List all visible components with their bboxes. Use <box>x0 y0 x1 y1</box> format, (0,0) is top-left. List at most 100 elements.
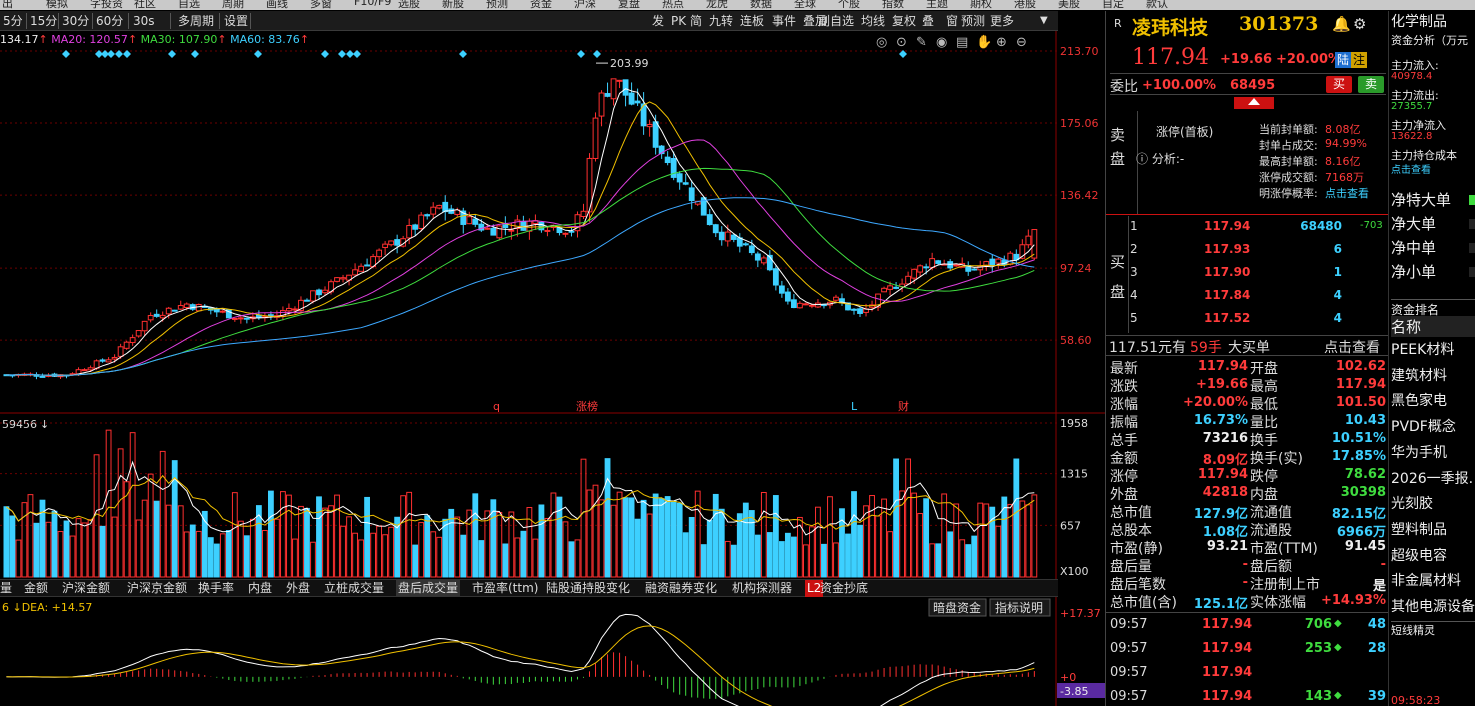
chart-tool-icon[interactable]: ◎ <box>876 35 887 50</box>
chart-tool-icon[interactable]: ▤ <box>956 35 968 50</box>
rank-item[interactable]: 超级电容 <box>1391 545 1447 565</box>
top-menu-item[interactable]: 数据 <box>750 0 772 10</box>
top-menu-item[interactable]: 港股 <box>1014 0 1036 10</box>
chart-tool-icon[interactable]: ⊕ <box>996 35 1007 50</box>
toolbar-right2-1[interactable]: 均线 <box>861 13 885 29</box>
chart-tool-icon[interactable]: ◉ <box>936 35 947 50</box>
top-menu-item[interactable]: 沪深 <box>574 0 596 10</box>
indicator-tab-3[interactable]: 沪深京金额 <box>127 580 187 597</box>
toolbar-right-5[interactable]: 事件 <box>772 13 796 29</box>
big-order-row[interactable]: 117.51元有 59手 大买单 点击查看 <box>1106 335 1390 357</box>
net-item[interactable]: 净小单 <box>1391 261 1436 282</box>
rank-item[interactable]: 光刻胶 <box>1391 493 1433 513</box>
top-menu-item[interactable]: 主题 <box>926 0 948 10</box>
kline-chart[interactable]: 213.70 175.06 136.42 97.24 58.60 203.99 q 涨榜 L 财 ◎… <box>0 31 1105 706</box>
view-link[interactable]: 点击查看 <box>1324 337 1380 357</box>
net-item[interactable]: 净大单 <box>1391 213 1436 234</box>
indicator-tab-10[interactable]: 陆股通持股变化 <box>546 580 630 597</box>
period-tab-1[interactable]: 15分 <box>30 13 57 29</box>
top-menu-item[interactable]: 款认 <box>1146 0 1168 10</box>
top-menu-item[interactable]: 社区 <box>134 0 156 10</box>
toolbar-right-0[interactable]: 发 <box>652 13 664 29</box>
rank-item[interactable]: 建筑材料 <box>1391 365 1447 385</box>
top-menu-item[interactable]: 新股 <box>442 0 464 10</box>
chart-tool-icon[interactable]: ✋ <box>976 34 992 50</box>
top-menu-item[interactable]: 周期 <box>222 0 244 10</box>
top-menu-item[interactable]: 选股 <box>398 0 420 10</box>
bell-icon[interactable]: 🔔 <box>1332 15 1351 33</box>
rank-item[interactable]: 其他电源设备 <box>1391 596 1475 616</box>
top-menu-item[interactable]: F10/F9 <box>354 0 391 8</box>
sell-button[interactable]: 卖 <box>1358 76 1384 93</box>
event-marker[interactable]: L <box>851 400 858 413</box>
indicator-tab-4[interactable]: 换手率 <box>198 580 234 597</box>
rank-item[interactable]: 非金属材料 <box>1391 570 1461 590</box>
indicator-tab-9[interactable]: 市盈率(ttm) <box>472 580 538 597</box>
rank-item[interactable]: PVDF概念 <box>1391 416 1456 436</box>
indicator-tab-8[interactable]: 盘后成交量 <box>396 580 461 597</box>
collapse-arrow-icon[interactable] <box>1234 97 1274 109</box>
period-tab-2[interactable]: 30分 <box>62 13 89 29</box>
top-menu-item[interactable]: 资金 <box>530 0 552 10</box>
top-menu-item[interactable]: 全球 <box>794 0 816 10</box>
toolbar-right2-5[interactable]: 预测 <box>961 13 985 29</box>
toolbar-right2-6[interactable]: 更多 <box>990 13 1014 29</box>
net-item[interactable]: 净特大单 <box>1391 189 1451 210</box>
indicator-tab-6[interactable]: 外盘 <box>286 580 310 597</box>
rank-item[interactable]: 塑料制品 <box>1391 519 1447 539</box>
indicator-tab-0[interactable]: 量 <box>0 580 12 597</box>
period-tab-5[interactable]: 多周期 <box>178 13 214 29</box>
top-menu-item[interactable]: 模拟 <box>46 0 68 10</box>
top-menu-item[interactable]: 自定 <box>1102 0 1124 10</box>
indicator-tab-11[interactable]: 融资融券变化 <box>645 580 717 597</box>
toolbar-right-1[interactable]: PK <box>671 13 686 29</box>
top-menu-item[interactable]: 美股 <box>1058 0 1080 10</box>
top-menu-item[interactable]: 出 <box>2 0 13 10</box>
period-tab-3[interactable]: 60分 <box>96 13 123 29</box>
top-menu-item[interactable]: 指数 <box>882 0 904 10</box>
dark-pool-label[interactable]: 暗盘资金 <box>933 600 981 615</box>
top-menu-item[interactable]: 多窗 <box>310 0 332 10</box>
event-marker[interactable]: 财 <box>898 399 909 413</box>
limit-info-value[interactable]: 点击查看 <box>1325 185 1369 201</box>
settings-icon[interactable]: ⚙ <box>1353 15 1366 33</box>
top-menu-item[interactable]: 热点 <box>662 0 684 10</box>
toolbar-right-3[interactable]: 九转 <box>709 13 733 29</box>
chart-tool-icon[interactable]: ✎ <box>916 35 927 50</box>
top-menu-item[interactable]: 龙虎 <box>706 0 728 10</box>
top-menu-item[interactable]: 个股 <box>838 0 860 10</box>
toolbar-right2-3[interactable]: 叠 <box>922 13 934 29</box>
top-menu-item[interactable]: 复盘 <box>618 0 640 10</box>
toolbar-right2-0[interactable]: 副自选 <box>818 13 854 29</box>
toolbar-right2-4[interactable]: 窗 <box>946 13 958 29</box>
buy-button[interactable]: 买 <box>1326 76 1352 93</box>
dropdown-icon[interactable]: ▼ <box>1040 13 1048 29</box>
toolbar-right2-2[interactable]: 复权 <box>892 13 916 29</box>
indicator-tab-14[interactable]: 资金抄底 <box>820 580 868 597</box>
flow-value[interactable]: 点击查看 <box>1391 161 1431 176</box>
top-menu-item[interactable]: 字投资 <box>90 0 123 10</box>
period-tab-4[interactable]: 30s <box>133 13 155 29</box>
indicator-tab-1[interactable]: 金额 <box>24 580 48 597</box>
chart-tool-icon[interactable]: ⊙ <box>896 35 907 50</box>
period-tab-6[interactable]: 设置 <box>224 13 248 29</box>
indicator-tab-5[interactable]: 内盘 <box>248 580 272 597</box>
rank-item[interactable]: 2026一季报. <box>1391 468 1473 488</box>
period-tab-0[interactable]: 5分 <box>3 13 23 29</box>
indicator-tab-7[interactable]: 立桩成交量 <box>324 580 384 597</box>
rank-item[interactable]: PEEK材料 <box>1391 339 1454 359</box>
rank-item[interactable]: 华为手机 <box>1391 442 1447 462</box>
top-menu-item[interactable]: 画线 <box>266 0 288 10</box>
toolbar-right-2[interactable]: 简 <box>690 13 702 29</box>
indicator-tab-12[interactable]: 机构探测器 <box>732 580 792 597</box>
net-item[interactable]: 净中单 <box>1391 237 1436 258</box>
indicator-tab-2[interactable]: 沪深金额 <box>62 580 110 597</box>
chart-tool-icon[interactable]: ⊖ <box>1016 35 1027 50</box>
top-menu-item[interactable]: 预测 <box>486 0 508 10</box>
event-marker[interactable]: q <box>493 400 500 413</box>
indicator-help-label[interactable]: 指标说明 <box>995 600 1043 615</box>
event-marker[interactable]: 涨榜 <box>576 399 598 413</box>
top-menu-item[interactable]: 自选 <box>178 0 200 10</box>
rank-item[interactable]: 黑色家电 <box>1391 390 1447 410</box>
toolbar-right-4[interactable]: 连板 <box>740 13 764 29</box>
